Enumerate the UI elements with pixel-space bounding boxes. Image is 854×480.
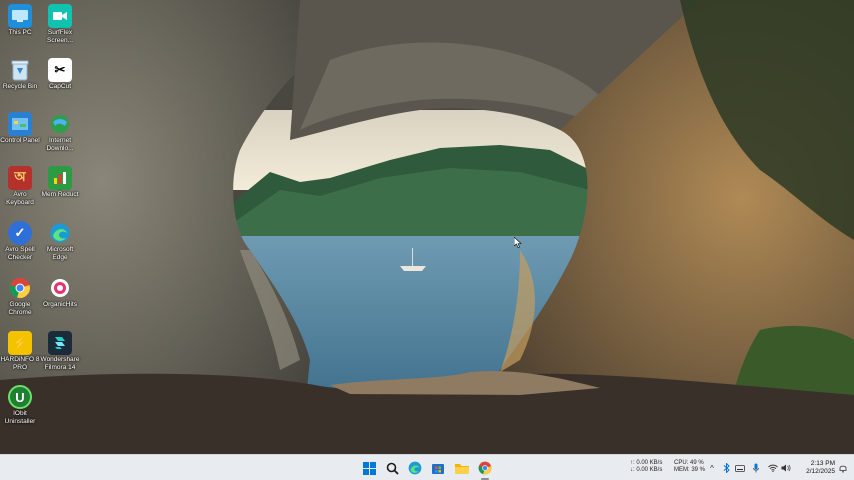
idm-icon — [48, 112, 72, 136]
desktop-icon-label: Control Panel — [0, 137, 40, 144]
taskbar-edge-button[interactable] — [406, 459, 424, 477]
memory-usage: MEM: 39 % — [674, 467, 706, 473]
hardinfo-icon: ⚡ — [8, 331, 32, 355]
capcut-icon: ✂ — [48, 58, 72, 82]
mem-reduct-icon — [48, 166, 72, 190]
desktop-icon-label: This PC — [8, 29, 32, 36]
desktop-icon-avro-spell[interactable]: ✓ Avro Spell Checker — [0, 221, 40, 261]
desktop-icon-idm[interactable]: Internet Downlo... — [40, 112, 80, 152]
desktop-icon-label: Wondershare Filmora 14 — [40, 356, 80, 371]
taskbar-store-button[interactable] — [429, 459, 447, 477]
tray-microphone-icon[interactable] — [751, 463, 761, 473]
tray-volume-icon[interactable] — [781, 463, 791, 473]
search-icon — [386, 462, 399, 475]
desktop-icon-label: HARDiNFO 8 PRO — [0, 356, 40, 371]
desktop-icon-recycle-bin[interactable]: Recycle Bin — [0, 58, 40, 91]
file-explorer-icon — [455, 463, 469, 474]
desktop-icon-capcut[interactable]: ✂ CapCut — [40, 58, 80, 91]
cave-landscape-illustration — [0, 0, 854, 454]
cpu-usage: CPU: 49 % — [674, 460, 704, 466]
tray-keyboard-icon[interactable] — [735, 463, 745, 473]
desktop-icon-filmora[interactable]: Wondershare Filmora 14 — [40, 331, 80, 371]
desktop-icon-label: Mem Reduct — [41, 191, 79, 198]
avro-keyboard-icon: অ — [8, 166, 32, 190]
clock-time: 2:13 PM — [810, 460, 835, 467]
desktop-icon-mem-reduct[interactable]: Mem Reduct — [40, 166, 80, 199]
desktop-icon-label: Recycle Bin — [2, 83, 38, 90]
desktop-icon-iobit[interactable]: U IObit Uninstaller — [0, 385, 40, 425]
avro-spell-icon: ✓ — [8, 221, 32, 245]
desktop-icon-label: IObit Uninstaller — [4, 410, 36, 425]
store-icon — [432, 464, 444, 474]
windows-start-icon — [362, 461, 376, 475]
desktop-icon-label: Microsoft Edge — [46, 246, 74, 261]
desktop-icon-edge[interactable]: Microsoft Edge — [40, 221, 80, 261]
notification-bell-icon[interactable] — [838, 463, 848, 473]
desktop-icon-label: Avro Spell Checker — [5, 246, 35, 261]
tray-wifi-icon[interactable] — [768, 463, 778, 473]
desktop-icon-surfflex[interactable]: SurfFlex Screen... — [40, 4, 80, 44]
taskbar-start-button[interactable] — [360, 459, 378, 477]
desktop-icon-label: Internet Downlo... — [46, 137, 74, 152]
surfflex-icon — [48, 4, 72, 28]
control-panel-icon — [8, 112, 32, 136]
desktop-icon-chrome[interactable]: Google Chrome — [0, 276, 40, 316]
network-download-speed: ↓: 0.00 KB/s — [630, 467, 663, 473]
edge-icon — [48, 221, 72, 245]
desktop-icon-control-panel[interactable]: Control Panel — [0, 112, 40, 145]
iobit-icon: U — [8, 385, 32, 409]
monitor-icon — [8, 4, 32, 28]
desktop-icon-label: Google Chrome — [8, 301, 32, 316]
chrome-icon — [478, 461, 492, 475]
desktop-icon-avro-keyboard[interactable]: অ Avro Keyboard — [0, 166, 40, 206]
desktop-icon-label: OrganicHits — [43, 301, 77, 308]
desktop-icon-this-pc[interactable]: This PC — [0, 4, 40, 37]
desktop-icon-hardinfo[interactable]: ⚡ HARDiNFO 8 PRO — [0, 331, 40, 371]
desktop-icon-label: CapCut — [48, 83, 72, 90]
tray-bluetooth-icon[interactable] — [721, 463, 731, 473]
desktop-icon-label: SurfFlex Screen... — [46, 29, 73, 44]
clock-date: 2/12/2025 — [806, 468, 835, 475]
taskbar: ↑: 0.00 KB/s ↓: 0.00 KB/s CPU: 49 % MEM:… — [0, 454, 854, 480]
mouse-cursor-icon — [514, 237, 522, 248]
network-speed-meter: ↑: 0.00 KB/s ↓: 0.00 KB/s — [630, 460, 662, 474]
tray-overflow-chevron-up-icon[interactable]: ^ — [707, 463, 717, 473]
taskbar-clock[interactable]: 2:13 PM 2/12/2025 — [795, 460, 835, 476]
desktop-wallpaper — [0, 0, 854, 454]
edge-icon — [408, 461, 422, 475]
network-upload-speed: ↑: 0.00 KB/s — [630, 460, 663, 466]
filmora-icon — [48, 331, 72, 355]
taskbar-search-button[interactable] — [383, 459, 401, 477]
organichits-icon — [48, 276, 72, 300]
desktop-icon-organichits[interactable]: OrganicHits — [40, 276, 80, 309]
recycle-bin-icon — [8, 58, 32, 82]
chrome-icon — [8, 276, 32, 300]
taskbar-chrome-button[interactable] — [476, 459, 494, 477]
system-usage-meter: CPU: 49 % MEM: 39 % — [674, 460, 705, 474]
taskbar-file-explorer-button[interactable] — [453, 459, 471, 477]
desktop-icon-label: Avro Keyboard — [6, 191, 34, 206]
